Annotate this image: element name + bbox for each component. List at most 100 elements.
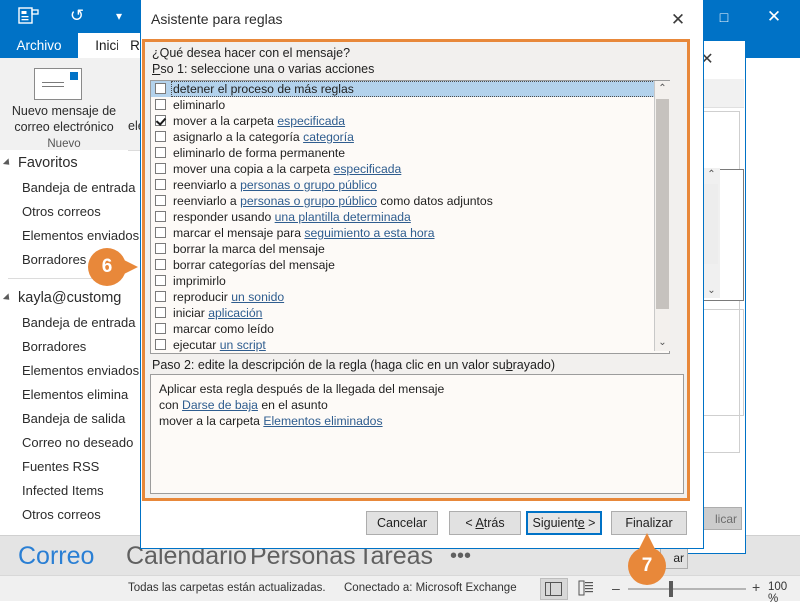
action-value-link[interactable]: un sonido (231, 290, 284, 304)
scrollbar-thumb[interactable] (656, 99, 669, 309)
action-row[interactable]: asignarlo a la categoría categoría (151, 129, 669, 145)
checkbox-icon[interactable] (155, 307, 166, 318)
nav-item-elementos-eliminados[interactable]: Elementos elimina (0, 383, 128, 407)
checkbox-icon[interactable] (155, 211, 166, 222)
nav-item-borradores-2[interactable]: Borradores (0, 335, 128, 359)
checkbox-icon[interactable] (155, 147, 166, 158)
action-row[interactable]: eliminarlo (151, 97, 669, 113)
maximize-icon[interactable]: □ (712, 5, 736, 29)
action-row[interactable]: responder usando una plantilla determina… (151, 209, 669, 225)
action-value-link[interactable]: aplicación (208, 306, 262, 320)
nav-group-favoritos[interactable]: Favoritos (0, 150, 128, 176)
zoom-slider-thumb[interactable] (669, 581, 673, 597)
action-value-link[interactable]: categoría (303, 130, 354, 144)
module-correo[interactable]: Correo (18, 538, 94, 574)
action-value-link[interactable]: especificada (277, 114, 345, 128)
next-button[interactable]: Siguiente > (526, 511, 602, 535)
action-row[interactable]: reproducir un sonido (151, 289, 669, 305)
checkbox-icon[interactable] (155, 339, 166, 350)
cancel-button[interactable]: Cancelar (366, 511, 438, 535)
finish-button[interactable]: Finalizar (611, 511, 687, 535)
checkbox-icon[interactable] (155, 259, 166, 270)
close-icon[interactable]: ✕ (666, 9, 690, 31)
action-row[interactable]: reenviarlo a personas o grupo público (151, 177, 669, 193)
nav-item-bandeja-entrada-2[interactable]: Bandeja de entrada (0, 311, 135, 335)
actions-list-scrollbar[interactable]: ⌃ ⌄ (654, 81, 670, 351)
checkbox-icon[interactable] (155, 99, 166, 110)
new-email-label-line1: Nuevo mensaje de (11, 104, 117, 118)
action-row[interactable]: detener el proceso de más reglas (151, 81, 669, 97)
scrollbar-thumb[interactable] (704, 184, 718, 264)
action-value-link[interactable]: una plantilla determinada (275, 210, 411, 224)
step2-text-b: rayado) (512, 358, 556, 372)
checkbox-icon[interactable] (155, 243, 166, 254)
nav-item-infected-items[interactable]: Infected Items (0, 479, 128, 503)
action-value-link[interactable]: un script (220, 338, 266, 352)
action-value-link[interactable]: seguimiento a esta hora (304, 226, 434, 240)
nav-item-otros-correos[interactable]: Otros correos (0, 200, 128, 224)
description-value-link[interactable]: Darse de baja (182, 398, 258, 412)
action-row[interactable]: marcar el mensaje para seguimiento a est… (151, 225, 669, 241)
chevron-down-icon[interactable]: ⌄ (655, 335, 670, 351)
action-row[interactable]: imprimirlo (151, 273, 669, 289)
zoom-out-button[interactable]: – (612, 580, 620, 596)
action-row[interactable]: mostrar un mensaje determinado en la ven… (151, 353, 669, 354)
nav-group-account[interactable]: kayla@customg (0, 285, 128, 311)
chevron-up-icon[interactable]: ⌃ (655, 81, 670, 97)
nav-item-bandeja-salida[interactable]: Bandeja de salida (0, 407, 128, 431)
callout-number: 6 (101, 256, 113, 277)
nav-item-elementos-enviados-2[interactable]: Elementos enviados (0, 359, 139, 383)
chevron-up-icon[interactable]: ⌃ (703, 168, 720, 182)
nav-item-correo-no-deseado[interactable]: Correo no deseado (0, 431, 133, 455)
checkbox-checked-icon[interactable] (155, 115, 166, 126)
action-row[interactable]: eliminarlo de forma permanente (151, 145, 669, 161)
reading-pane-view-icon[interactable] (540, 578, 568, 600)
new-email-icon[interactable] (34, 68, 82, 100)
nav-item-elementos-enviados[interactable]: Elementos enviados (0, 224, 139, 248)
background-window-scrollbar[interactable]: ⌃ ⌄ (702, 168, 720, 298)
checkbox-icon[interactable] (155, 83, 166, 94)
checkbox-icon[interactable] (155, 163, 166, 174)
action-row[interactable]: mover a la carpeta especificada (151, 113, 669, 129)
close-icon[interactable]: ✕ (762, 5, 786, 29)
compact-view-icon[interactable] (578, 580, 594, 596)
expand-triangle-icon (2, 158, 13, 168)
new-email-label[interactable]: Nuevo mensaje de correo electrónico (0, 103, 128, 135)
description-value-link[interactable]: Elementos eliminados (263, 414, 382, 428)
action-label: borrar la marca del mensaje (173, 242, 325, 256)
checkbox-icon[interactable] (155, 275, 166, 286)
action-label: reenviarlo a (173, 178, 241, 192)
action-row[interactable]: mover una copia a la carpeta especificad… (151, 161, 669, 177)
action-row[interactable]: borrar la marca del mensaje (151, 241, 669, 257)
checkbox-icon[interactable] (155, 227, 166, 238)
action-row[interactable]: iniciar aplicación (151, 305, 669, 321)
back-button[interactable]: < Atrás (449, 511, 521, 535)
action-row[interactable]: borrar categorías del mensaje (151, 257, 669, 273)
chevron-down-icon[interactable]: ⌄ (703, 284, 720, 298)
rule-description-box[interactable]: Aplicar esta regla después de la llegada… (150, 374, 684, 494)
actions-listbox[interactable]: detener el proceso de más reglas eliminar… (150, 80, 670, 354)
checkbox-icon[interactable] (155, 131, 166, 142)
action-value-link[interactable]: especificada (334, 162, 402, 176)
action-row[interactable]: reenviarlo a personas o grupo público co… (151, 193, 669, 209)
action-value-link[interactable]: personas o grupo público (240, 194, 377, 208)
step2-accelerator: b (505, 358, 513, 372)
undo-arrow-icon[interactable]: ↺ (66, 5, 88, 27)
zoom-slider-track[interactable] (628, 588, 746, 590)
zoom-in-button[interactable]: + (752, 579, 760, 595)
action-row[interactable]: marcar como leído (151, 321, 669, 337)
ribbon-group-nuevo: Nuevo (47, 138, 81, 150)
description-line: con Darse de baja en el asunto (159, 397, 675, 413)
checkbox-icon[interactable] (155, 323, 166, 334)
checkbox-icon[interactable] (155, 291, 166, 302)
checkbox-icon[interactable] (155, 179, 166, 190)
chevron-down-icon[interactable]: ▾ (110, 6, 128, 26)
action-value-link[interactable]: personas o grupo público (240, 178, 377, 192)
tab-archivo[interactable]: Archivo (0, 33, 78, 58)
nav-item-otros-correos-2[interactable]: Otros correos (0, 503, 128, 527)
nav-item-fuentes-rss[interactable]: Fuentes RSS (0, 455, 128, 479)
callout-number: 7 (641, 555, 653, 576)
action-row[interactable]: ejecutar un script (151, 337, 669, 353)
nav-item-bandeja-entrada[interactable]: Bandeja de entrada (0, 176, 135, 200)
checkbox-icon[interactable] (155, 195, 166, 206)
